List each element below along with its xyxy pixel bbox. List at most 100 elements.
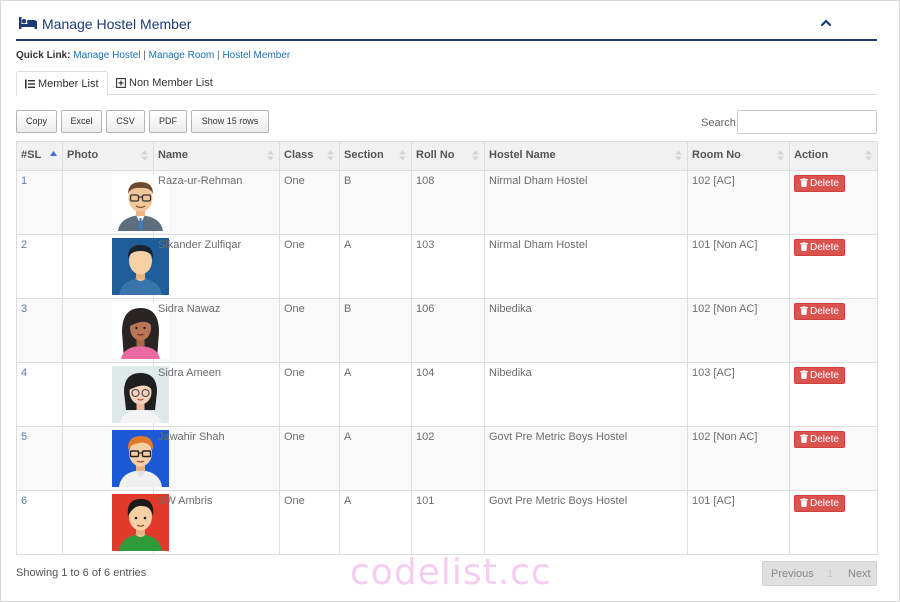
trash-icon: [800, 498, 808, 507]
cell-class: One: [279, 426, 340, 491]
cell-photo: [62, 170, 169, 235]
cell-photo: [62, 234, 169, 299]
search-label: Search:: [701, 117, 739, 129]
copy-button[interactable]: Copy: [16, 110, 57, 133]
search-input[interactable]: [737, 110, 877, 134]
tab-bar: Member List Non Member List: [16, 71, 877, 96]
table-header-row: #SL Photo Name Class Section Roll No Hos…: [16, 141, 878, 171]
cell-section: B: [339, 170, 412, 235]
tab-non-member-list[interactable]: Non Member List: [108, 71, 221, 95]
link-manage-room[interactable]: Manage Room: [149, 50, 215, 61]
csv-button[interactable]: CSV: [106, 110, 145, 133]
page-title: Manage Hostel Member: [42, 16, 192, 32]
table-row: 2 Sikander Zulfiqar One A 103 Nirmal Dha…: [16, 234, 878, 299]
column-header-action[interactable]: Action: [789, 141, 878, 171]
sort-icon: [267, 150, 274, 161]
delete-button[interactable]: Delete: [794, 431, 845, 448]
cell-roll-no: 101: [411, 490, 485, 555]
cell-name: Sidra Ameen: [153, 362, 280, 427]
cell-hostel-name: Govt Pre Metric Boys Hostel: [484, 426, 688, 491]
column-header-name[interactable]: Name: [153, 141, 280, 171]
chevron-up-icon[interactable]: [819, 16, 833, 30]
table-row: 5 Jawahir Shah One A 102 Govt Pre Metric…: [16, 426, 878, 491]
link-manage-hostel[interactable]: Manage Hostel: [73, 50, 140, 61]
cell-sl: 1: [16, 170, 63, 235]
tab-member-list[interactable]: Member List: [16, 71, 108, 96]
cell-roll-no: 102: [411, 426, 485, 491]
link-hostel-member[interactable]: Hostel Member: [222, 50, 290, 61]
sort-icon: [865, 150, 872, 161]
sort-icon: [141, 150, 148, 161]
cell-photo: [62, 426, 169, 491]
cell-roll-no: 103: [411, 234, 485, 299]
cell-hostel-name: Nibedika: [484, 298, 688, 363]
tab-member-list-label: Member List: [38, 78, 99, 90]
table-row: 4 Sidra Ameen One A 104 Nibedika 103 [AC…: [16, 362, 878, 427]
table-row: 1 Raza-ur-Rehman One B 108 Nirmal Dham H…: [16, 170, 878, 235]
trash-icon: [800, 434, 808, 443]
column-header-hostel-name[interactable]: Hostel Name: [484, 141, 688, 171]
cell-room-no: 102 [Non AC]: [687, 426, 790, 491]
sort-icon: [399, 150, 406, 161]
sort-icon: [777, 150, 784, 161]
cell-name: Sidra Nawaz: [153, 298, 280, 363]
next-button[interactable]: Next: [848, 568, 871, 580]
sort-icon: [472, 150, 479, 161]
delete-button[interactable]: Delete: [794, 495, 845, 512]
cell-name: SW Ambris: [153, 490, 280, 555]
cell-action: Delete: [789, 298, 878, 363]
cell-section: A: [339, 490, 412, 555]
bed-icon: [19, 17, 37, 29]
sort-icon: [327, 150, 334, 161]
cell-hostel-name: Nibedika: [484, 362, 688, 427]
member-table: #SL Photo Name Class Section Roll No Hos…: [16, 141, 878, 555]
pdf-button[interactable]: PDF: [149, 110, 187, 133]
excel-button[interactable]: Excel: [61, 110, 102, 133]
cell-roll-no: 108: [411, 170, 485, 235]
column-header-sl[interactable]: #SL: [16, 141, 63, 171]
column-header-class[interactable]: Class: [279, 141, 340, 171]
trash-icon: [800, 178, 808, 187]
sort-asc-icon: [50, 151, 57, 156]
link-separator: |: [217, 50, 220, 61]
column-header-photo[interactable]: Photo: [62, 141, 154, 171]
cell-room-no: 103 [AC]: [687, 362, 790, 427]
cell-sl: 3: [16, 298, 63, 363]
cell-roll-no: 104: [411, 362, 485, 427]
table-info: Showing 1 to 6 of 6 entries: [16, 567, 147, 579]
cell-room-no: 102 [Non AC]: [687, 298, 790, 363]
cell-sl: 4: [16, 362, 63, 427]
sort-icon: [675, 150, 682, 161]
table-row: 6 SW Ambris One A 101 Govt Pre Metric Bo…: [16, 490, 878, 555]
cell-sl: 2: [16, 234, 63, 299]
link-separator: |: [143, 50, 146, 61]
delete-button[interactable]: Delete: [794, 367, 845, 384]
quick-links: Quick Link: Manage Hostel | Manage Room …: [16, 50, 290, 61]
cell-hostel-name: Govt Pre Metric Boys Hostel: [484, 490, 688, 555]
cell-section: A: [339, 362, 412, 427]
previous-button[interactable]: Previous: [771, 568, 814, 580]
delete-button[interactable]: Delete: [794, 175, 845, 192]
cell-action: Delete: [789, 170, 878, 235]
trash-icon: [800, 306, 808, 315]
tab-non-member-list-label: Non Member List: [129, 77, 213, 89]
delete-button[interactable]: Delete: [794, 239, 845, 256]
cell-photo: [62, 298, 169, 363]
cell-sl: 6: [16, 490, 63, 555]
column-header-section[interactable]: Section: [339, 141, 412, 171]
cell-action: Delete: [789, 362, 878, 427]
cell-section: A: [339, 426, 412, 491]
delete-button[interactable]: Delete: [794, 303, 845, 320]
cell-name: Raza-ur-Rehman: [153, 170, 280, 235]
cell-room-no: 102 [AC]: [687, 170, 790, 235]
show-rows-button[interactable]: Show 15 rows: [191, 110, 269, 133]
cell-hostel-name: Nirmal Dham Hostel: [484, 234, 688, 299]
cell-action: Delete: [789, 426, 878, 491]
cell-roll-no: 106: [411, 298, 485, 363]
page-number[interactable]: 1: [827, 568, 833, 580]
cell-section: A: [339, 234, 412, 299]
column-header-room-no[interactable]: Room No: [687, 141, 790, 171]
column-header-roll-no[interactable]: Roll No: [411, 141, 485, 171]
cell-photo: [62, 362, 169, 427]
cell-name: Jawahir Shah: [153, 426, 280, 491]
